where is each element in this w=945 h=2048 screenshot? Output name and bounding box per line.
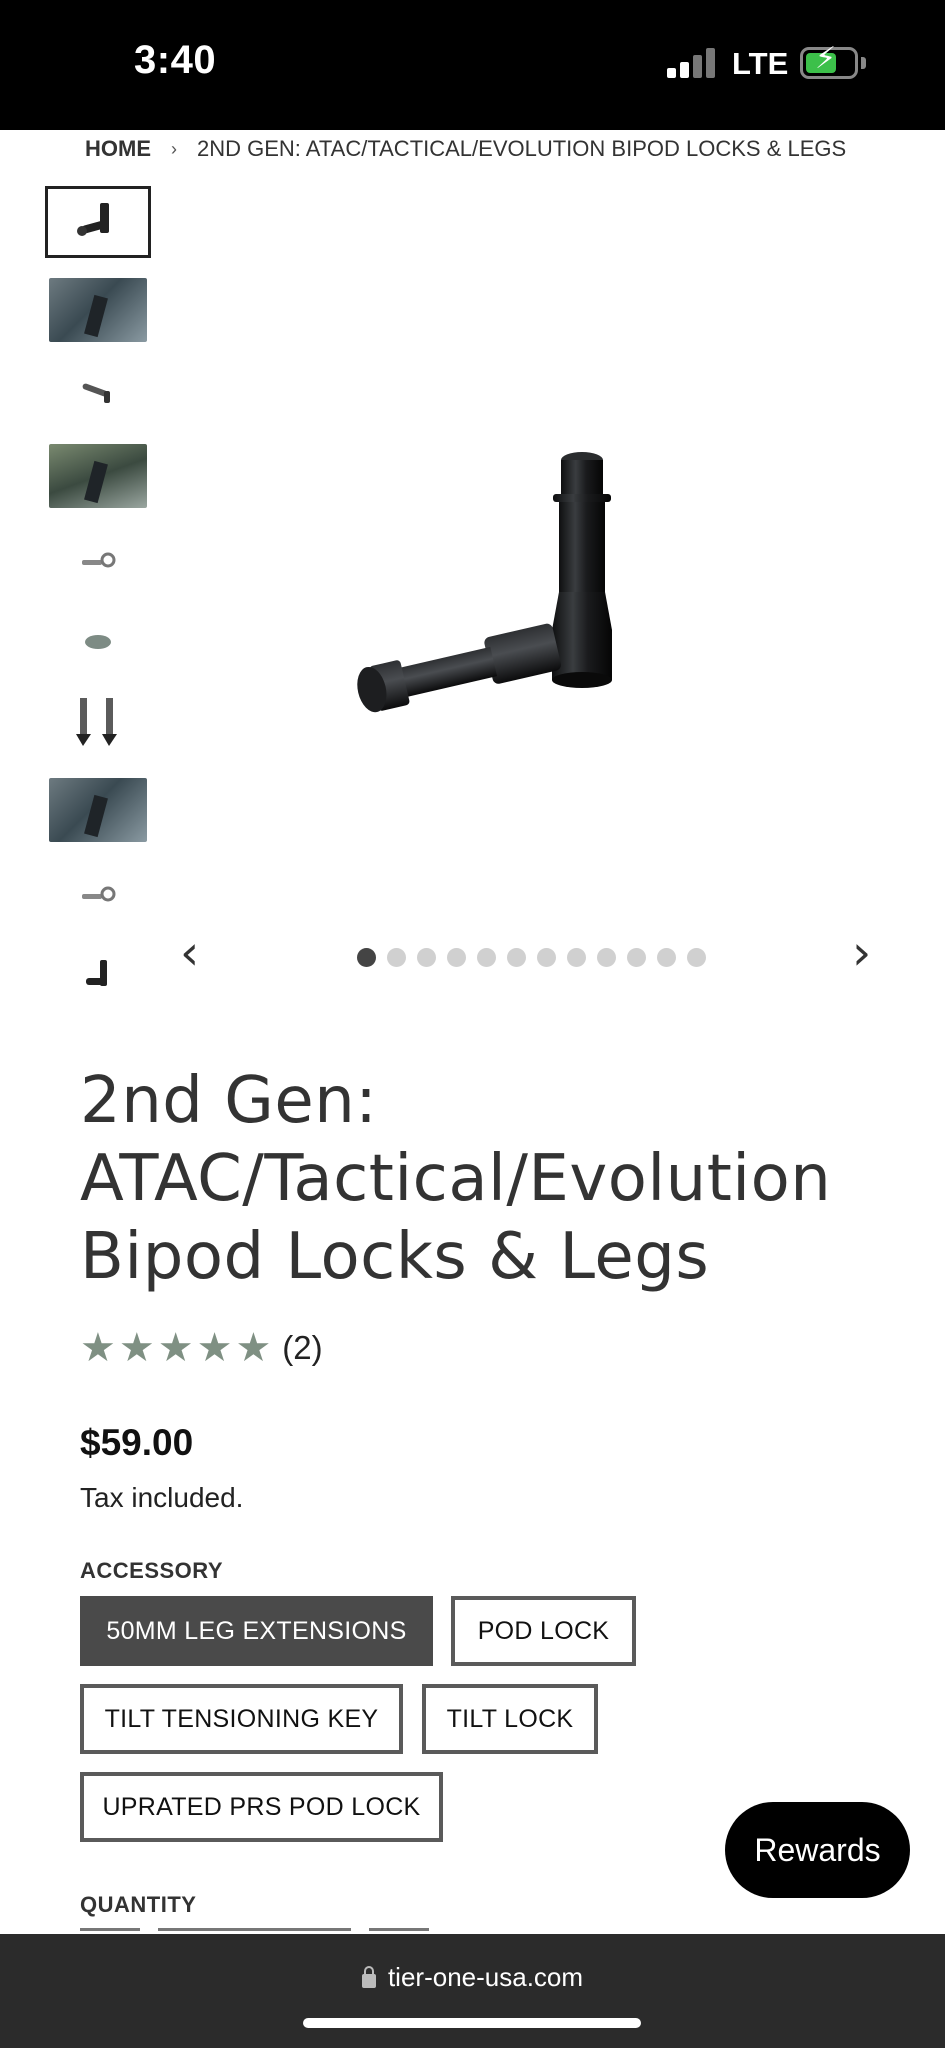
breadcrumb-home-link[interactable]: HOME <box>85 136 151 162</box>
signal-icon <box>667 48 717 78</box>
status-bar: 3:40 LTE ⚡ <box>0 0 945 130</box>
tax-note: Tax included. <box>80 1482 244 1513</box>
leg-extensions-thumbnail-icon <box>76 698 117 746</box>
option-tilt-lock[interactable]: TILT LOCK <box>422 1684 598 1754</box>
bipod-lock-thumbnail-icon <box>77 203 109 236</box>
gallery-dot[interactable] <box>477 948 496 967</box>
thumbnail-5[interactable] <box>45 524 151 596</box>
gallery-dot[interactable] <box>537 948 556 967</box>
accessory-label: ACCESSORY <box>80 1558 224 1583</box>
thumbnail-8[interactable] <box>45 774 151 846</box>
gallery-dot[interactable] <box>627 948 646 967</box>
gallery-dot[interactable] <box>447 948 466 967</box>
gallery-dot[interactable] <box>507 948 526 967</box>
rewards-button[interactable]: Rewards <box>725 1802 910 1898</box>
gallery-dot[interactable] <box>387 948 406 967</box>
star-icon: ★ <box>157 1326 194 1370</box>
battery-tip <box>861 57 866 69</box>
thumbnail-4[interactable] <box>45 440 151 512</box>
star-icon: ★ <box>118 1326 155 1370</box>
product-rating[interactable]: ★ ★ ★ ★ ★ (2) <box>80 1328 323 1368</box>
thumbnail-9[interactable] <box>45 858 151 930</box>
quantity-label: QUANTITY <box>80 1892 197 1917</box>
review-count[interactable]: (2) <box>282 1329 322 1367</box>
breadcrumb-current: 2ND GEN: ATAC/TACTICAL/EVOLUTION BIPOD L… <box>197 136 847 161</box>
gallery-dot[interactable] <box>657 948 676 967</box>
product-photo <box>49 278 147 342</box>
product-price: $59.00 <box>80 1422 194 1463</box>
thumbnail-10[interactable] <box>45 938 151 1010</box>
option-uprated-prs-pod-lock[interactable]: UPRATED PRS POD LOCK <box>80 1772 443 1842</box>
option-tilt-tensioning-key[interactable]: TILT TENSIONING KEY <box>80 1684 403 1754</box>
main-product-image[interactable] <box>330 430 660 750</box>
thumbnail-7[interactable] <box>45 686 151 758</box>
breadcrumb-separator-icon: › <box>171 138 177 159</box>
star-icon: ★ <box>80 1326 116 1370</box>
home-indicator[interactable] <box>303 2018 641 2028</box>
gallery-dot[interactable] <box>417 948 436 967</box>
url-text: tier-one-usa.com <box>387 1962 584 1992</box>
battery-charging-icon: ⚡ <box>800 44 858 79</box>
breadcrumb: HOME › 2ND GEN: ATAC/TACTICAL/EVOLUTION … <box>85 134 846 164</box>
gallery-next-button[interactable]: › <box>852 925 871 981</box>
thumbnail-6[interactable] <box>45 606 151 678</box>
tilt-lock-thumbnail-icon <box>85 635 111 649</box>
star-icon: ★ <box>235 1326 272 1370</box>
thumbnail-1[interactable] <box>45 186 151 258</box>
gallery-dot[interactable] <box>597 948 616 967</box>
chevron-left-icon: ‹ <box>180 925 200 981</box>
gallery-prev-button[interactable]: ‹ <box>180 925 199 981</box>
lock-icon <box>361 1965 376 1988</box>
gallery-dots <box>357 948 706 967</box>
product-photo <box>49 444 147 508</box>
product-title: 2nd Gen: ATAC/Tactical/Evolution Bipod L… <box>80 1064 832 1294</box>
browser-bottom-bar: tier-one-usa.com <box>0 1934 945 2048</box>
network-type: LTE <box>732 46 789 81</box>
product-photo <box>49 778 147 842</box>
tilt-key-thumbnail-icon <box>82 552 116 568</box>
option-50mm-leg-extensions[interactable]: 50MM LEG EXTENSIONS <box>80 1596 433 1666</box>
thumbnail-3[interactable] <box>45 356 151 428</box>
gallery-dot[interactable] <box>567 948 586 967</box>
thumbnail-2[interactable] <box>45 274 151 346</box>
url-bar[interactable]: tier-one-usa.com <box>0 1962 945 1993</box>
bipod-lock-thumbnail-icon <box>86 960 107 986</box>
gallery-dot[interactable] <box>357 948 376 967</box>
status-time: 3:40 <box>134 38 217 82</box>
pod-lock-thumbnail-icon <box>82 383 110 403</box>
chevron-right-icon: › <box>852 925 872 981</box>
gallery-dot[interactable] <box>687 948 706 967</box>
star-icon: ★ <box>196 1326 233 1370</box>
tilt-key-thumbnail-icon <box>82 886 116 902</box>
option-pod-lock[interactable]: POD LOCK <box>451 1596 636 1666</box>
